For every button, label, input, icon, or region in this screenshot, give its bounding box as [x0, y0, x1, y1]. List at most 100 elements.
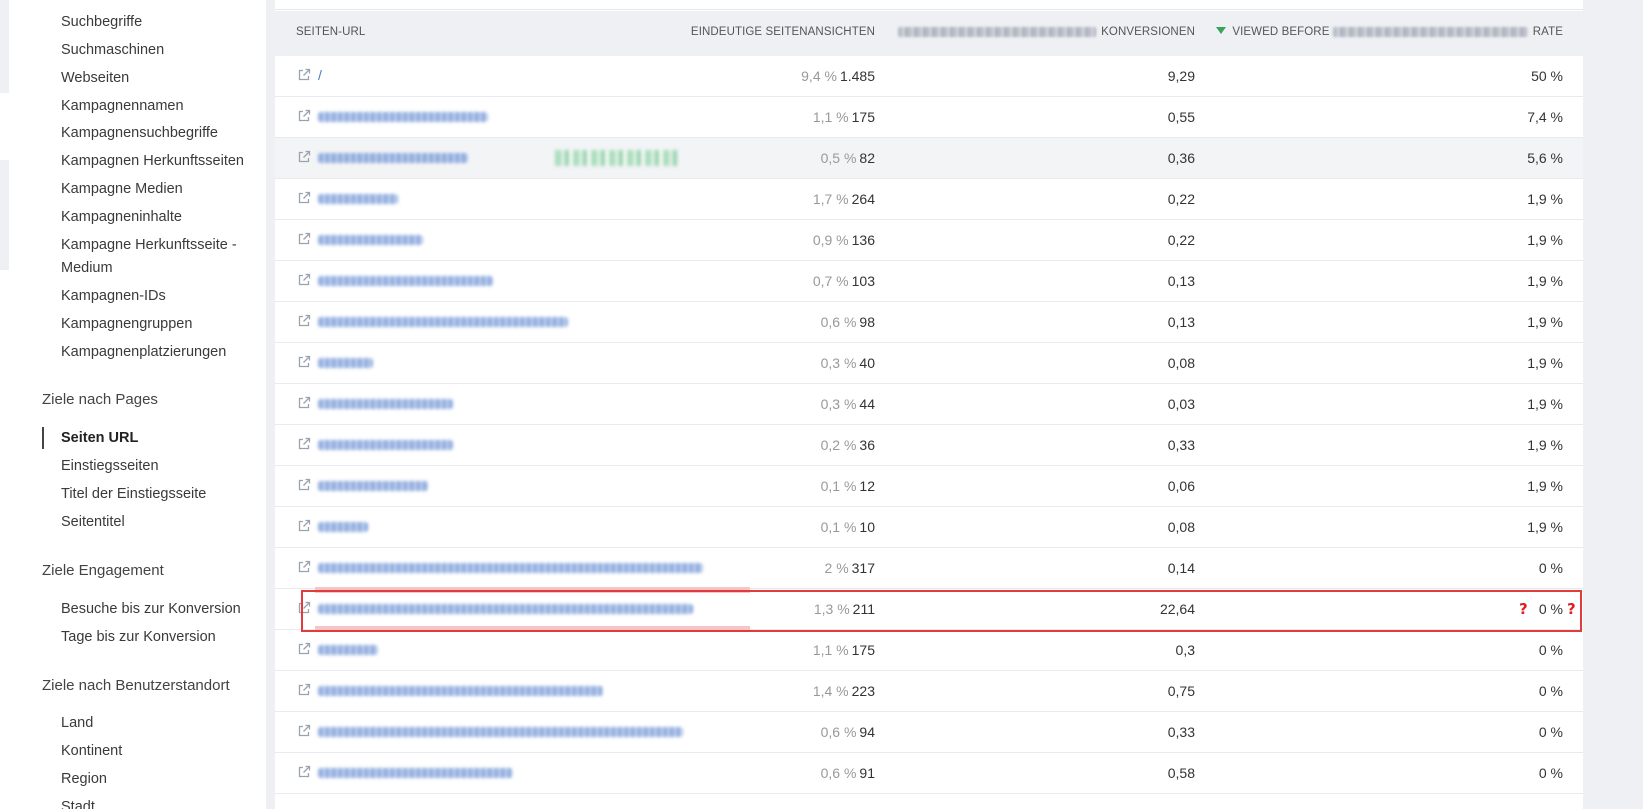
table-row[interactable]: 1,1 % 175 0,3 0 % [275, 630, 1583, 671]
external-link-icon[interactable] [297, 396, 312, 410]
page-url-link-redacted[interactable] [318, 276, 493, 286]
external-link-icon[interactable] [297, 273, 312, 287]
table-row[interactable]: 1,7 % 264 0,22 1,9 % [275, 179, 1583, 220]
pageviews-count: 44 [859, 396, 875, 412]
page-url-link-redacted[interactable] [318, 194, 398, 204]
sidebar-item-kampagne-herkunftsseite-medium[interactable]: Kampagne Herkunftsseite - Medium [61, 234, 261, 280]
column-header-unique-pageviews[interactable]: EINDEUTIGE SEITENANSICHTEN [691, 26, 875, 38]
table-row[interactable]: 0,6 % 91 0,58 0 % [275, 753, 1583, 794]
table-row[interactable]: 0,6 % 94 0,33 0 % [275, 712, 1583, 753]
section-title-ziele-nach-pages: Ziele nach Pages [42, 391, 158, 408]
external-link-icon[interactable] [297, 109, 312, 123]
pageviews-count: 175 [851, 642, 875, 658]
pageviews-percentage: 1,7 % [812, 191, 849, 207]
page-url-link-redacted[interactable] [318, 153, 468, 163]
sidebar-item-seitentitel[interactable]: Seitentitel [61, 511, 125, 534]
sidebar-item-einstiegsseiten[interactable]: Einstiegsseiten [61, 455, 159, 478]
page-url-link[interactable]: / [318, 67, 322, 83]
table-row[interactable]: 0,5 % 82 0,36 5,6 % [275, 138, 1583, 179]
external-link-icon[interactable] [297, 478, 312, 492]
section-title-ziele-nach-benutzerstandort: Ziele nach Benutzerstandort [42, 677, 230, 694]
page-url-link-redacted[interactable] [318, 317, 568, 327]
external-link-icon[interactable] [297, 683, 312, 697]
right-gutter [1583, 0, 1643, 809]
sidebar-item-kampagnenplatzierungen[interactable]: Kampagnenplatzierungen [61, 341, 226, 364]
sidebar-item-kampagneninhalte[interactable]: Kampagneninhalte [61, 206, 182, 229]
page-url-link-redacted[interactable] [318, 727, 683, 737]
page-url-link-redacted[interactable] [318, 235, 423, 245]
table-row[interactable]: / 9,4 % 1.485 9,29 50 % [275, 56, 1583, 97]
conversions-cell: 0,08 [1167, 519, 1195, 535]
page-url-link-redacted[interactable] [318, 358, 373, 368]
sidebar-item-titel-der-einstiegsseite[interactable]: Titel der Einstiegsseite [61, 483, 206, 506]
table-row[interactable]: 0,6 % 98 0,13 1,9 % [275, 302, 1583, 343]
external-link-icon[interactable] [297, 150, 312, 164]
table-row[interactable]: 0,9 % 136 0,22 1,9 % [275, 220, 1583, 261]
page-url-link-redacted[interactable] [318, 440, 453, 450]
external-link-icon[interactable] [297, 724, 312, 738]
sidebar-item-land[interactable]: Land [61, 712, 93, 735]
sidebar-item-kampagnennamen[interactable]: Kampagnennamen [61, 95, 184, 118]
table-row[interactable]: 1,1 % 175 0,55 7,4 % [275, 97, 1583, 138]
pageviews-percentage: 0,1 % [820, 519, 857, 535]
external-link-icon[interactable] [297, 765, 312, 779]
external-link-icon[interactable] [297, 355, 312, 369]
page-url-link-redacted[interactable] [318, 399, 453, 409]
viewed-before-rate-cell: 0 % [1538, 642, 1563, 658]
sidebar-item-region[interactable]: Region [61, 768, 107, 791]
sidebar-item-webseiten[interactable]: Webseiten [61, 67, 129, 90]
pageviews-percentage: 0,7 % [812, 273, 849, 289]
column-header-conversions[interactable]: KONVERSIONEN [898, 26, 1195, 38]
external-link-icon[interactable] [297, 519, 312, 533]
table-row[interactable]: 2 % 317 0,14 0 % [275, 548, 1583, 589]
row-action-icons-redacted[interactable] [555, 150, 677, 166]
external-link-icon[interactable] [297, 191, 312, 205]
external-link-icon[interactable] [297, 314, 312, 328]
viewed-before-rate-cell: 7,4 % [1527, 109, 1563, 125]
viewed-before-rate-cell: 1,9 % [1527, 437, 1563, 453]
table-row[interactable]: 1,4 % 223 0,75 0 % [275, 671, 1583, 712]
sidebar-item-besuche-bis-zur-konversion[interactable]: Besuche bis zur Konversion [61, 598, 241, 621]
external-link-icon[interactable] [297, 232, 312, 246]
sidebar-item-tage-bis-zur-konversion[interactable]: Tage bis zur Konversion [61, 626, 216, 649]
pageviews-percentage: 1,1 % [812, 642, 849, 658]
sidebar-item-suchmaschinen[interactable]: Suchmaschinen [61, 39, 164, 62]
sidebar-item-kampagne-medien[interactable]: Kampagne Medien [61, 178, 183, 201]
page-url-link-redacted[interactable] [318, 768, 513, 778]
viewed-before-rate-cell: 1,9 % [1527, 273, 1563, 289]
external-link-icon[interactable] [297, 437, 312, 451]
unique-pageviews-cell: 0,2 % 36 [821, 437, 875, 453]
table-row[interactable]: 0,1 % 12 0,06 1,9 % [275, 466, 1583, 507]
pageviews-count: 223 [851, 683, 875, 699]
page-url-link-redacted[interactable] [318, 112, 488, 122]
table-row[interactable]: 0,3 % 40 0,08 1,9 % [275, 343, 1583, 384]
sidebar-item-kampagnensuchbegriffe[interactable]: Kampagnensuchbegriffe [61, 122, 218, 145]
sidebar-item-seiten-url[interactable]: Seiten URL [61, 427, 138, 450]
sidebar-item-kontinent[interactable]: Kontinent [61, 740, 122, 763]
pageviews-count: 91 [859, 765, 875, 781]
external-link-icon[interactable] [297, 642, 312, 656]
column-header-url[interactable]: SEITEN-URL [296, 26, 365, 38]
page-url-link-redacted[interactable] [318, 645, 378, 655]
table-row[interactable]: 0,1 % 10 0,08 1,9 % [275, 507, 1583, 548]
viewed-before-rate-cell: 0 % [1538, 765, 1563, 781]
page-url-link-redacted[interactable] [318, 481, 428, 491]
sidebar-item-kampagnen-ids[interactable]: Kampagnen-IDs [61, 285, 166, 308]
column-header-viewed-before-rate[interactable]: VIEWED BEFORE RATE [1216, 26, 1563, 38]
page-url-link-redacted[interactable] [318, 686, 603, 696]
conversions-cell: 0,22 [1167, 191, 1195, 207]
page-url-link-redacted[interactable] [318, 563, 703, 573]
viewed-before-rate-cell: 0 % [1538, 560, 1563, 576]
table-row[interactable]: 0,7 % 103 0,13 1,9 % [275, 261, 1583, 302]
table-row[interactable]: 0,2 % 36 0,33 1,9 % [275, 425, 1583, 466]
viewed-before-rate-cell: 1,9 % [1527, 519, 1563, 535]
external-link-icon[interactable] [297, 68, 312, 82]
sidebar-item-kampagnen-herkunftsseiten[interactable]: Kampagnen Herkunftsseiten [61, 150, 244, 173]
table-row[interactable]: 0,3 % 44 0,03 1,9 % [275, 384, 1583, 425]
sidebar-item-stadt[interactable]: Stadt [61, 796, 95, 809]
pageviews-percentage: 0,2 % [820, 437, 857, 453]
sidebar-item-kampagnengruppen[interactable]: Kampagnengruppen [61, 313, 192, 336]
external-link-icon[interactable] [297, 560, 312, 574]
sidebar-item-suchbegriffe[interactable]: Suchbegriffe [61, 11, 142, 34]
page-url-link-redacted[interactable] [318, 522, 368, 532]
